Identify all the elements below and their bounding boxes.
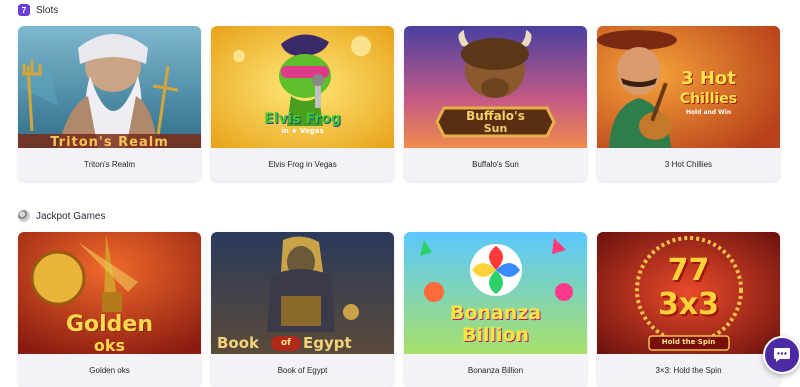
game-art-title: Buffalo's (466, 109, 525, 123)
game-art-subtitle: 3x3 (657, 287, 720, 322)
game-card-buffalos-sun[interactable]: Buffalo's Sun Buffalo's Sun (404, 26, 587, 181)
game-art-caption: Hold the Spin (661, 338, 716, 346)
game-card-tritons-realm[interactable]: Triton's Realm Triton's Realm (18, 26, 201, 181)
game-thumbnail[interactable]: Book of Egypt (211, 232, 394, 354)
game-thumbnail[interactable]: Golden oks (18, 232, 201, 354)
jackpot-section-header: Jackpot Games (18, 208, 105, 224)
game-card-bonanza-billion[interactable]: Bonanza Billion Bonanza Billion (404, 232, 587, 387)
game-thumbnail[interactable]: 77 3x3 Hold the Spin (597, 232, 780, 354)
game-title[interactable]: Triton's Realm (18, 148, 201, 181)
game-thumbnail[interactable]: Bonanza Billion (404, 232, 587, 354)
game-title[interactable]: Book of Egypt (211, 354, 394, 387)
game-art-title: Bonanza (449, 302, 542, 324)
slots-icon: 7 (18, 4, 30, 16)
game-title[interactable]: 3×3: Hold the Spin (597, 354, 780, 387)
game-title[interactable]: Buffalo's Sun (404, 148, 587, 181)
game-card-golden-oks[interactable]: Golden oks Golden oks (18, 232, 201, 387)
game-thumbnail[interactable]: 3 Hot Chillies Hold and Win (597, 26, 780, 148)
game-card-3-hot-chillies[interactable]: 3 Hot Chillies Hold and Win 3 Hot Chilli… (597, 26, 780, 181)
game-card-elvis-frog[interactable]: Elvis Frog in ★ Vegas Elvis Frog in Vega… (211, 26, 394, 181)
game-thumbnail[interactable]: Elvis Frog in ★ Vegas (211, 26, 394, 148)
game-art-title: Book (217, 334, 260, 352)
slots-section-title: Slots (36, 4, 59, 16)
game-title[interactable]: Bonanza Billion (404, 354, 587, 387)
game-art-subtitle: oks (93, 336, 126, 354)
game-art-title: Triton's Realm (50, 135, 169, 148)
game-art-title: 77 (667, 253, 710, 288)
game-art-title: 3 Hot (681, 68, 736, 89)
coin-icon (18, 210, 30, 222)
game-art-caption: Hold and Win (685, 109, 732, 116)
game-thumbnail[interactable]: Buffalo's Sun (404, 26, 587, 148)
game-card-3x3-hold-the-spin[interactable]: 77 3x3 Hold the Spin 3×3: Hold the Spin (597, 232, 780, 387)
game-art-subtitle: Egypt (303, 334, 352, 352)
game-title[interactable]: Golden oks (18, 354, 201, 387)
game-art-subtitle: Billion (461, 324, 530, 346)
game-art-title: Elvis Frog (264, 111, 341, 127)
game-art-subtitle: in ★ Vegas (281, 127, 324, 135)
chat-bubble-icon (774, 348, 790, 362)
game-title[interactable]: Elvis Frog in Vegas (211, 148, 394, 181)
game-art-subtitle: Chillies (679, 91, 738, 107)
slots-section-header: 7 Slots (18, 2, 58, 18)
game-art-title: Golden (65, 312, 154, 337)
game-title[interactable]: 3 Hot Chillies (597, 148, 780, 181)
game-art-subtitle: Sun (483, 122, 508, 135)
game-card-book-of-egypt[interactable]: Book of Egypt Book of Egypt (211, 232, 394, 387)
game-thumbnail[interactable]: Triton's Realm (18, 26, 201, 148)
jackpot-section-title: Jackpot Games (36, 210, 106, 222)
chat-button[interactable] (763, 336, 800, 374)
game-art-mid: of (280, 338, 292, 348)
